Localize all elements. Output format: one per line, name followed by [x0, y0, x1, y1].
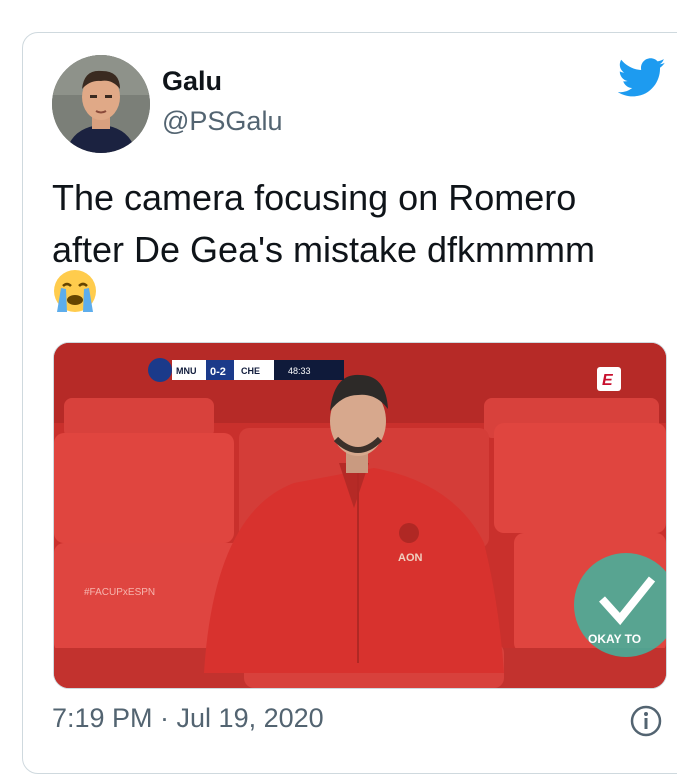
- avatar[interactable]: [52, 55, 150, 153]
- twitter-bird-icon[interactable]: [618, 58, 666, 98]
- svg-text:E: E: [602, 372, 614, 389]
- match-photo: AON #FACUPxESPN OKAY TO MNU 0-2 CHE 48:3…: [54, 343, 666, 688]
- tweet-text: The camera focusing on Romero after De G…: [52, 177, 595, 270]
- okay-watermark: OKAY TO: [588, 632, 641, 646]
- avatar-image: [52, 55, 150, 153]
- scorebug-clock: 48:33: [288, 366, 311, 376]
- scorebug-score: 0-2: [210, 366, 226, 378]
- display-name[interactable]: Galu: [162, 66, 222, 97]
- user-handle[interactable]: @PSGalu: [162, 106, 282, 137]
- tweet-timestamp[interactable]: 7:19 PM · Jul 19, 2020: [52, 703, 324, 734]
- tweet-media-image[interactable]: AON #FACUPxESPN OKAY TO MNU 0-2 CHE 48:3…: [53, 342, 667, 689]
- scorebug-home: MNU: [176, 366, 197, 376]
- info-icon[interactable]: [629, 704, 663, 738]
- sponsor-text: AON: [398, 552, 423, 564]
- scorebug-away: CHE: [241, 366, 260, 376]
- loudly-crying-face-icon: [54, 270, 96, 312]
- hashtag-watermark: #FACUPxESPN: [84, 587, 155, 598]
